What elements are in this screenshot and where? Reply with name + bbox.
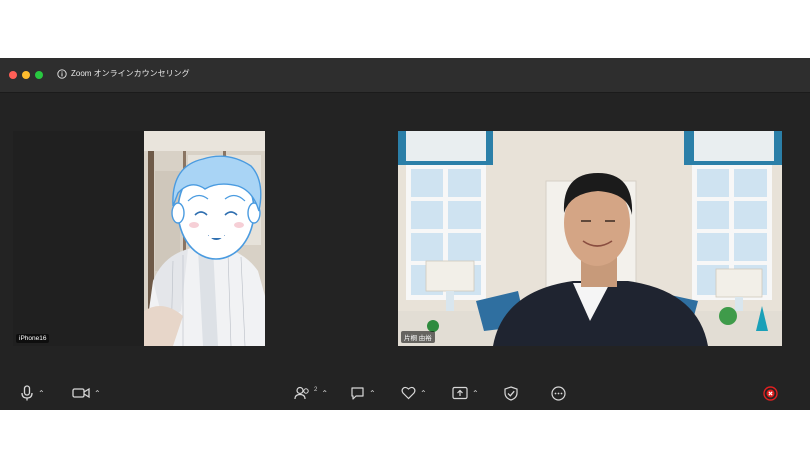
security-icon — [504, 385, 518, 401]
reactions-icon — [401, 386, 416, 400]
participant-video — [13, 131, 265, 346]
zoom-window-button[interactable] — [35, 71, 43, 79]
reactions-button[interactable]: ⌃ — [401, 382, 427, 404]
video-camera-icon — [72, 387, 90, 399]
info-icon[interactable] — [57, 68, 67, 79]
chevron-up-icon[interactable]: ⌃ — [472, 389, 479, 398]
share-screen-button[interactable]: ⌃ — [452, 382, 479, 404]
participant-tile-host[interactable]: 片桐 由裕 — [398, 131, 782, 346]
title-bar: Zoom オンラインカウンセリング — [0, 58, 810, 93]
chevron-up-icon[interactable]: ⌃ — [94, 389, 101, 398]
close-window-button[interactable] — [9, 71, 17, 79]
meeting-toolbar: ⌃ ⌃ 2 ⌃ ⌃ ⌃ ⌃ — [0, 380, 810, 410]
window-title: Zoom オンラインカウンセリング — [57, 68, 190, 79]
participant-name-label: iPhone16 — [16, 334, 50, 343]
chevron-up-icon[interactable]: ⌃ — [369, 389, 376, 398]
microphone-icon — [21, 385, 33, 401]
chevron-up-icon[interactable]: ⌃ — [38, 389, 45, 398]
security-button[interactable] — [504, 382, 518, 404]
minimize-window-button[interactable] — [22, 71, 30, 79]
mute-button[interactable]: ⌃ — [20, 382, 45, 404]
participant-name-label: 片桐 由裕 — [401, 331, 435, 343]
more-button[interactable] — [551, 382, 566, 404]
leave-button[interactable] — [763, 382, 778, 404]
leave-icon — [763, 385, 778, 401]
participants-button[interactable]: 2 ⌃ — [294, 382, 328, 404]
chat-icon — [351, 387, 364, 400]
participants-icon — [294, 386, 309, 400]
chevron-up-icon[interactable]: ⌃ — [321, 389, 328, 398]
chat-button[interactable]: ⌃ — [350, 382, 376, 404]
chevron-up-icon[interactable]: ⌃ — [420, 389, 427, 398]
zoom-window: Zoom オンラインカウンセリング iPhone16 片桐 由裕 ⌃ ⌃ 2 ⌃… — [0, 58, 810, 410]
window-title-text: Zoom オンラインカウンセリング — [71, 69, 190, 78]
participant-video — [398, 131, 782, 346]
more-icon — [551, 385, 566, 401]
participant-tile-iphone16[interactable]: iPhone16 — [13, 131, 265, 346]
participants-count: 2 — [314, 387, 318, 393]
share-screen-icon — [452, 386, 468, 400]
video-button[interactable]: ⌃ — [72, 382, 101, 404]
